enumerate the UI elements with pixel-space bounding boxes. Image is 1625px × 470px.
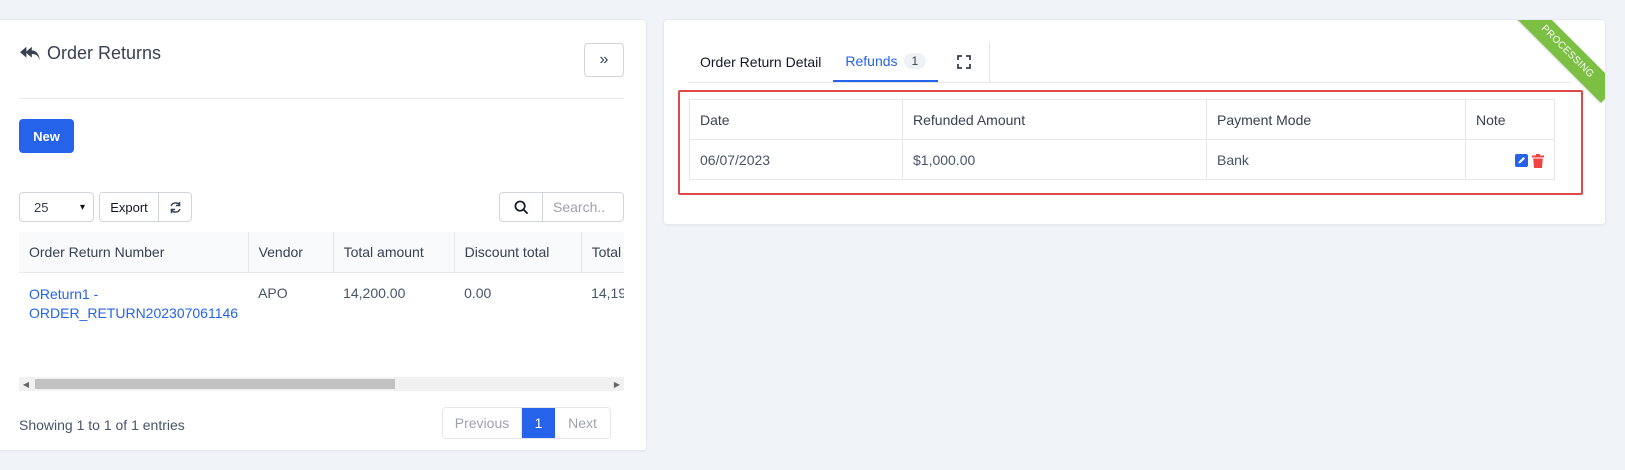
previous-page-button[interactable]: Previous [443, 408, 522, 438]
column-header: Date [689, 99, 903, 140]
trash-icon[interactable] [1532, 153, 1544, 168]
pagination: Previous 1 Next [442, 407, 611, 439]
order-returns-table: Order Return Number Vendor Total amount … [19, 232, 624, 335]
scroll-left-arrow-icon[interactable]: ◀ [19, 377, 33, 391]
tab-label: Order Return Detail [700, 54, 822, 70]
table-header-row: Date Refunded Amount Payment Mode Note [689, 99, 1555, 140]
order-returns-table-wrap: Order Return Number Vendor Total amount … [19, 232, 624, 372]
table-tools: 25 ▾ Export [19, 192, 192, 222]
tab-label: Refunds [845, 53, 898, 69]
page-length-value: 25 [34, 199, 49, 215]
tab-refunds[interactable]: Refunds 1 [833, 42, 939, 82]
tabs-divider [688, 82, 1571, 83]
search-box [499, 192, 624, 222]
column-header: Payment Mode [1206, 99, 1466, 140]
refund-amount-cell: $1,000.00 [902, 139, 1207, 180]
page-title-text: Order Returns [47, 43, 162, 63]
column-header[interactable]: Order Return Number [19, 232, 249, 273]
refresh-button[interactable] [159, 193, 191, 221]
refresh-icon [169, 201, 181, 213]
export-button-group: Export [99, 192, 192, 222]
fullscreen-button[interactable] [938, 42, 991, 82]
order-return-number-cell: OReturn1 - ORDER_RETURN202307061146 [19, 272, 248, 335]
page-1-button[interactable]: 1 [522, 408, 555, 438]
vendor-cell: APO [258, 284, 288, 301]
column-header[interactable]: Total [581, 232, 624, 273]
column-header: Note [1465, 99, 1555, 140]
collapse-panel-button[interactable]: » [584, 43, 624, 77]
reply-all-icon [20, 46, 40, 60]
chevron-down-icon: ▾ [79, 201, 85, 213]
column-header[interactable]: Discount total [454, 232, 582, 273]
column-header[interactable]: Vendor [248, 232, 334, 273]
new-button[interactable]: New [19, 119, 74, 153]
note-cell [1465, 139, 1555, 180]
search-input[interactable] [543, 193, 623, 221]
next-page-button[interactable]: Next [555, 408, 610, 438]
payment-mode-cell: Bank [1206, 139, 1466, 180]
search-button[interactable] [500, 193, 543, 221]
tab-order-return-detail[interactable]: Order Return Detail [688, 42, 833, 82]
table-row: OReturn1 - ORDER_RETURN202307061146 APO … [19, 272, 624, 335]
table-row: 06/07/2023 $1,000.00 Bank [689, 139, 1555, 180]
expand-icon [956, 55, 971, 69]
order-return-detail-panel: PROCESSING Order Return Detail Refunds 1… [663, 19, 1606, 225]
refund-date-cell: 06/07/2023 [689, 139, 903, 180]
refunds-table: Date Refunded Amount Payment Mode Note 0… [689, 99, 1555, 180]
chevron-double-right-icon: » [599, 51, 609, 68]
export-button[interactable]: Export [100, 193, 159, 221]
table-info: Showing 1 to 1 of 1 entries [19, 417, 185, 433]
order-returns-panel: Order Returns » New 25 ▾ Export Search..… [0, 19, 647, 451]
column-header[interactable]: Total amount [333, 232, 455, 273]
order-return-link-line1[interactable]: OReturn1 - [29, 285, 238, 304]
total-amount-cell: 14,200.00 [343, 284, 406, 301]
total-cell: 14,19 [591, 284, 624, 301]
scroll-right-arrow-icon[interactable]: ▶ [610, 377, 624, 391]
column-header: Refunded Amount [902, 99, 1207, 140]
table-header-row: Order Return Number Vendor Total amount … [19, 232, 624, 273]
scrollbar-thumb[interactable] [35, 379, 395, 389]
horizontal-scrollbar[interactable]: ◀ ▶ [19, 377, 624, 391]
search-icon [514, 200, 528, 214]
page-length-select[interactable]: 25 ▾ [19, 192, 94, 222]
divider [19, 98, 624, 99]
refunds-count-badge: 1 [903, 53, 927, 69]
edit-icon[interactable] [1515, 154, 1529, 168]
discount-total-cell: 0.00 [464, 284, 492, 301]
page-title: Order Returns [19, 43, 161, 64]
order-return-link-line2[interactable]: ORDER_RETURN202307061146 [29, 304, 238, 323]
detail-tabs: Order Return Detail Refunds 1 [688, 42, 991, 82]
